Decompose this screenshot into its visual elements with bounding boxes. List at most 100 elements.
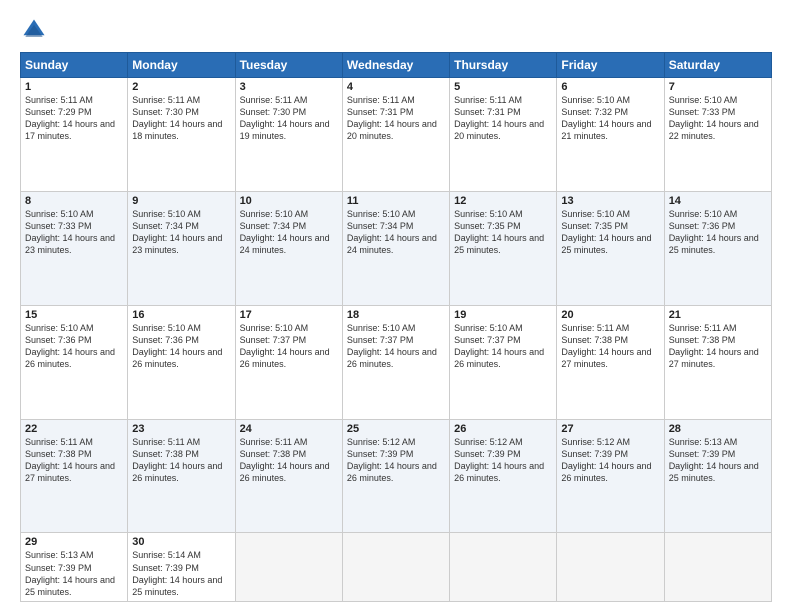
day-number: 12 — [454, 195, 552, 207]
day-number: 6 — [561, 81, 659, 93]
table-row — [557, 533, 664, 602]
col-header-wednesday: Wednesday — [342, 53, 449, 78]
day-info: Sunrise: 5:12 AMSunset: 7:39 PMDaylight:… — [561, 436, 659, 485]
day-number: 8 — [25, 195, 123, 207]
day-number: 20 — [561, 309, 659, 321]
day-number: 10 — [240, 195, 338, 207]
day-info: Sunrise: 5:11 AMSunset: 7:38 PMDaylight:… — [25, 436, 123, 485]
table-row: 9Sunrise: 5:10 AMSunset: 7:34 PMDaylight… — [128, 191, 235, 305]
day-info: Sunrise: 5:11 AMSunset: 7:31 PMDaylight:… — [454, 94, 552, 143]
day-info: Sunrise: 5:10 AMSunset: 7:35 PMDaylight:… — [561, 208, 659, 257]
day-number: 29 — [25, 536, 123, 548]
day-info: Sunrise: 5:10 AMSunset: 7:36 PMDaylight:… — [669, 208, 767, 257]
table-row: 10Sunrise: 5:10 AMSunset: 7:34 PMDayligh… — [235, 191, 342, 305]
table-row: 3Sunrise: 5:11 AMSunset: 7:30 PMDaylight… — [235, 78, 342, 192]
day-info: Sunrise: 5:11 AMSunset: 7:38 PMDaylight:… — [240, 436, 338, 485]
day-number: 9 — [132, 195, 230, 207]
day-info: Sunrise: 5:10 AMSunset: 7:37 PMDaylight:… — [240, 322, 338, 371]
table-row: 15Sunrise: 5:10 AMSunset: 7:36 PMDayligh… — [21, 305, 128, 419]
table-row: 21Sunrise: 5:11 AMSunset: 7:38 PMDayligh… — [664, 305, 771, 419]
table-row: 18Sunrise: 5:10 AMSunset: 7:37 PMDayligh… — [342, 305, 449, 419]
day-info: Sunrise: 5:12 AMSunset: 7:39 PMDaylight:… — [347, 436, 445, 485]
table-row: 1Sunrise: 5:11 AMSunset: 7:29 PMDaylight… — [21, 78, 128, 192]
header-row: SundayMondayTuesdayWednesdayThursdayFrid… — [21, 53, 772, 78]
day-number: 2 — [132, 81, 230, 93]
table-row: 17Sunrise: 5:10 AMSunset: 7:37 PMDayligh… — [235, 305, 342, 419]
day-number: 21 — [669, 309, 767, 321]
day-info: Sunrise: 5:14 AMSunset: 7:39 PMDaylight:… — [132, 549, 230, 598]
table-row: 11Sunrise: 5:10 AMSunset: 7:34 PMDayligh… — [342, 191, 449, 305]
table-row: 28Sunrise: 5:13 AMSunset: 7:39 PMDayligh… — [664, 419, 771, 533]
day-number: 26 — [454, 423, 552, 435]
table-row: 2Sunrise: 5:11 AMSunset: 7:30 PMDaylight… — [128, 78, 235, 192]
table-row: 14Sunrise: 5:10 AMSunset: 7:36 PMDayligh… — [664, 191, 771, 305]
day-info: Sunrise: 5:10 AMSunset: 7:34 PMDaylight:… — [132, 208, 230, 257]
table-row: 27Sunrise: 5:12 AMSunset: 7:39 PMDayligh… — [557, 419, 664, 533]
day-number: 15 — [25, 309, 123, 321]
day-number: 24 — [240, 423, 338, 435]
day-number: 3 — [240, 81, 338, 93]
logo — [20, 16, 52, 44]
table-row: 8Sunrise: 5:10 AMSunset: 7:33 PMDaylight… — [21, 191, 128, 305]
table-row: 19Sunrise: 5:10 AMSunset: 7:37 PMDayligh… — [450, 305, 557, 419]
table-row — [235, 533, 342, 602]
col-header-tuesday: Tuesday — [235, 53, 342, 78]
day-number: 14 — [669, 195, 767, 207]
day-number: 13 — [561, 195, 659, 207]
calendar-table: SundayMondayTuesdayWednesdayThursdayFrid… — [20, 52, 772, 602]
day-number: 25 — [347, 423, 445, 435]
calendar-row-4: 29Sunrise: 5:13 AMSunset: 7:39 PMDayligh… — [21, 533, 772, 602]
col-header-thursday: Thursday — [450, 53, 557, 78]
table-row: 26Sunrise: 5:12 AMSunset: 7:39 PMDayligh… — [450, 419, 557, 533]
table-row: 22Sunrise: 5:11 AMSunset: 7:38 PMDayligh… — [21, 419, 128, 533]
day-info: Sunrise: 5:11 AMSunset: 7:31 PMDaylight:… — [347, 94, 445, 143]
day-number: 7 — [669, 81, 767, 93]
day-number: 11 — [347, 195, 445, 207]
day-number: 19 — [454, 309, 552, 321]
table-row — [450, 533, 557, 602]
page: SundayMondayTuesdayWednesdayThursdayFrid… — [0, 0, 792, 612]
day-info: Sunrise: 5:10 AMSunset: 7:36 PMDaylight:… — [25, 322, 123, 371]
day-info: Sunrise: 5:13 AMSunset: 7:39 PMDaylight:… — [669, 436, 767, 485]
table-row: 23Sunrise: 5:11 AMSunset: 7:38 PMDayligh… — [128, 419, 235, 533]
day-number: 18 — [347, 309, 445, 321]
calendar-row-1: 8Sunrise: 5:10 AMSunset: 7:33 PMDaylight… — [21, 191, 772, 305]
day-info: Sunrise: 5:10 AMSunset: 7:32 PMDaylight:… — [561, 94, 659, 143]
table-row: 25Sunrise: 5:12 AMSunset: 7:39 PMDayligh… — [342, 419, 449, 533]
day-info: Sunrise: 5:10 AMSunset: 7:36 PMDaylight:… — [132, 322, 230, 371]
col-header-monday: Monday — [128, 53, 235, 78]
day-number: 28 — [669, 423, 767, 435]
day-number: 17 — [240, 309, 338, 321]
col-header-friday: Friday — [557, 53, 664, 78]
col-header-sunday: Sunday — [21, 53, 128, 78]
day-info: Sunrise: 5:12 AMSunset: 7:39 PMDaylight:… — [454, 436, 552, 485]
day-info: Sunrise: 5:11 AMSunset: 7:30 PMDaylight:… — [240, 94, 338, 143]
col-header-saturday: Saturday — [664, 53, 771, 78]
day-info: Sunrise: 5:11 AMSunset: 7:30 PMDaylight:… — [132, 94, 230, 143]
day-number: 23 — [132, 423, 230, 435]
table-row — [664, 533, 771, 602]
table-row: 7Sunrise: 5:10 AMSunset: 7:33 PMDaylight… — [664, 78, 771, 192]
table-row — [342, 533, 449, 602]
day-number: 22 — [25, 423, 123, 435]
table-row: 12Sunrise: 5:10 AMSunset: 7:35 PMDayligh… — [450, 191, 557, 305]
day-info: Sunrise: 5:10 AMSunset: 7:34 PMDaylight:… — [240, 208, 338, 257]
day-info: Sunrise: 5:10 AMSunset: 7:37 PMDaylight:… — [454, 322, 552, 371]
day-number: 16 — [132, 309, 230, 321]
table-row: 5Sunrise: 5:11 AMSunset: 7:31 PMDaylight… — [450, 78, 557, 192]
day-info: Sunrise: 5:11 AMSunset: 7:29 PMDaylight:… — [25, 94, 123, 143]
table-row: 20Sunrise: 5:11 AMSunset: 7:38 PMDayligh… — [557, 305, 664, 419]
table-row: 30Sunrise: 5:14 AMSunset: 7:39 PMDayligh… — [128, 533, 235, 602]
day-number: 1 — [25, 81, 123, 93]
day-info: Sunrise: 5:11 AMSunset: 7:38 PMDaylight:… — [132, 436, 230, 485]
calendar-row-3: 22Sunrise: 5:11 AMSunset: 7:38 PMDayligh… — [21, 419, 772, 533]
table-row: 13Sunrise: 5:10 AMSunset: 7:35 PMDayligh… — [557, 191, 664, 305]
day-number: 27 — [561, 423, 659, 435]
day-info: Sunrise: 5:11 AMSunset: 7:38 PMDaylight:… — [669, 322, 767, 371]
table-row: 6Sunrise: 5:10 AMSunset: 7:32 PMDaylight… — [557, 78, 664, 192]
day-number: 5 — [454, 81, 552, 93]
day-info: Sunrise: 5:10 AMSunset: 7:33 PMDaylight:… — [25, 208, 123, 257]
table-row: 4Sunrise: 5:11 AMSunset: 7:31 PMDaylight… — [342, 78, 449, 192]
day-info: Sunrise: 5:10 AMSunset: 7:37 PMDaylight:… — [347, 322, 445, 371]
day-info: Sunrise: 5:11 AMSunset: 7:38 PMDaylight:… — [561, 322, 659, 371]
